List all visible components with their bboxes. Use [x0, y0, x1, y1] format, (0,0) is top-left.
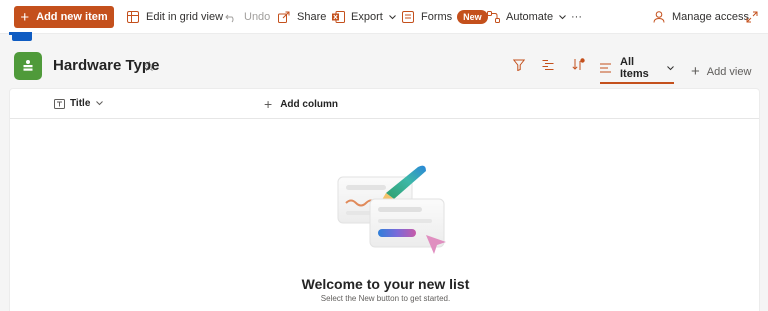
- chevron-down-icon: [388, 11, 396, 23]
- expand-icon: [745, 10, 759, 24]
- empty-state-heading: Welcome to your new list: [301, 276, 470, 292]
- filter-button[interactable]: [510, 58, 528, 76]
- text-column-icon: [54, 98, 65, 109]
- new-badge: New: [457, 10, 488, 24]
- add-column-button[interactable]: + Add column: [264, 97, 338, 111]
- filter-icon: [512, 58, 526, 76]
- undo-label: Undo: [244, 11, 271, 23]
- sort-icon: [571, 58, 585, 76]
- column-header-title[interactable]: Title: [54, 98, 104, 109]
- empty-state-subtext: Select the New button to get started.: [320, 294, 451, 303]
- view-name: All Items: [620, 55, 649, 80]
- plus-icon: +: [691, 63, 700, 80]
- view-selector[interactable]: All Items: [600, 55, 674, 84]
- plus-icon: +: [264, 96, 273, 112]
- person-icon: [652, 10, 666, 24]
- expand-button[interactable]: [745, 0, 765, 34]
- plus-icon: +: [20, 8, 30, 26]
- command-bar: + Add new item Edit in grid view Undo Sh…: [0, 0, 768, 34]
- column-header-row: Title + Add column: [10, 89, 759, 119]
- automate-label: Automate: [506, 11, 554, 23]
- favorite-star-icon[interactable]: ☆: [143, 58, 156, 75]
- column-title-label: Title: [70, 98, 91, 109]
- add-new-item-button[interactable]: + Add new item: [14, 6, 114, 28]
- empty-list-illustration: [337, 165, 446, 254]
- forms-button[interactable]: Forms New: [401, 0, 488, 34]
- grid-icon: [126, 10, 140, 24]
- manage-access-label: Manage access: [672, 11, 750, 23]
- list-card: Title + Add column Welcome to your new l…: [9, 88, 760, 311]
- more-button[interactable]: ···: [571, 0, 582, 34]
- flag-marker: [9, 32, 32, 41]
- list-icon: [14, 52, 42, 80]
- forms-label: Forms: [421, 11, 453, 23]
- sort-button[interactable]: [569, 58, 587, 76]
- edit-grid-label: Edit in grid view: [146, 11, 224, 23]
- edit-grid-button[interactable]: Edit in grid view: [126, 0, 223, 34]
- undo-button[interactable]: Undo: [224, 0, 270, 34]
- excel-icon: [331, 10, 345, 24]
- export-label: Export: [351, 11, 383, 23]
- share-icon: [277, 10, 291, 24]
- group-by-button[interactable]: [539, 58, 557, 76]
- group-icon: [542, 58, 554, 76]
- more-icon: ···: [571, 11, 582, 23]
- view-lines-icon: [600, 63, 611, 73]
- share-label: Share: [297, 11, 327, 23]
- automate-icon: [486, 10, 500, 24]
- undo-icon: [224, 10, 238, 24]
- chevron-down-icon: [667, 62, 674, 74]
- forms-icon: [401, 10, 415, 24]
- manage-access-button[interactable]: Manage access: [652, 0, 749, 34]
- automate-button[interactable]: Automate: [486, 0, 566, 34]
- add-view-button[interactable]: + Add view: [691, 64, 751, 79]
- share-button[interactable]: Share: [277, 0, 326, 34]
- add-new-item-label: Add new item: [36, 11, 108, 23]
- export-button[interactable]: Export: [331, 0, 396, 34]
- add-view-label: Add view: [706, 65, 752, 78]
- add-column-label: Add column: [280, 98, 338, 110]
- chevron-down-icon: [96, 101, 104, 106]
- chevron-down-icon: [559, 11, 566, 23]
